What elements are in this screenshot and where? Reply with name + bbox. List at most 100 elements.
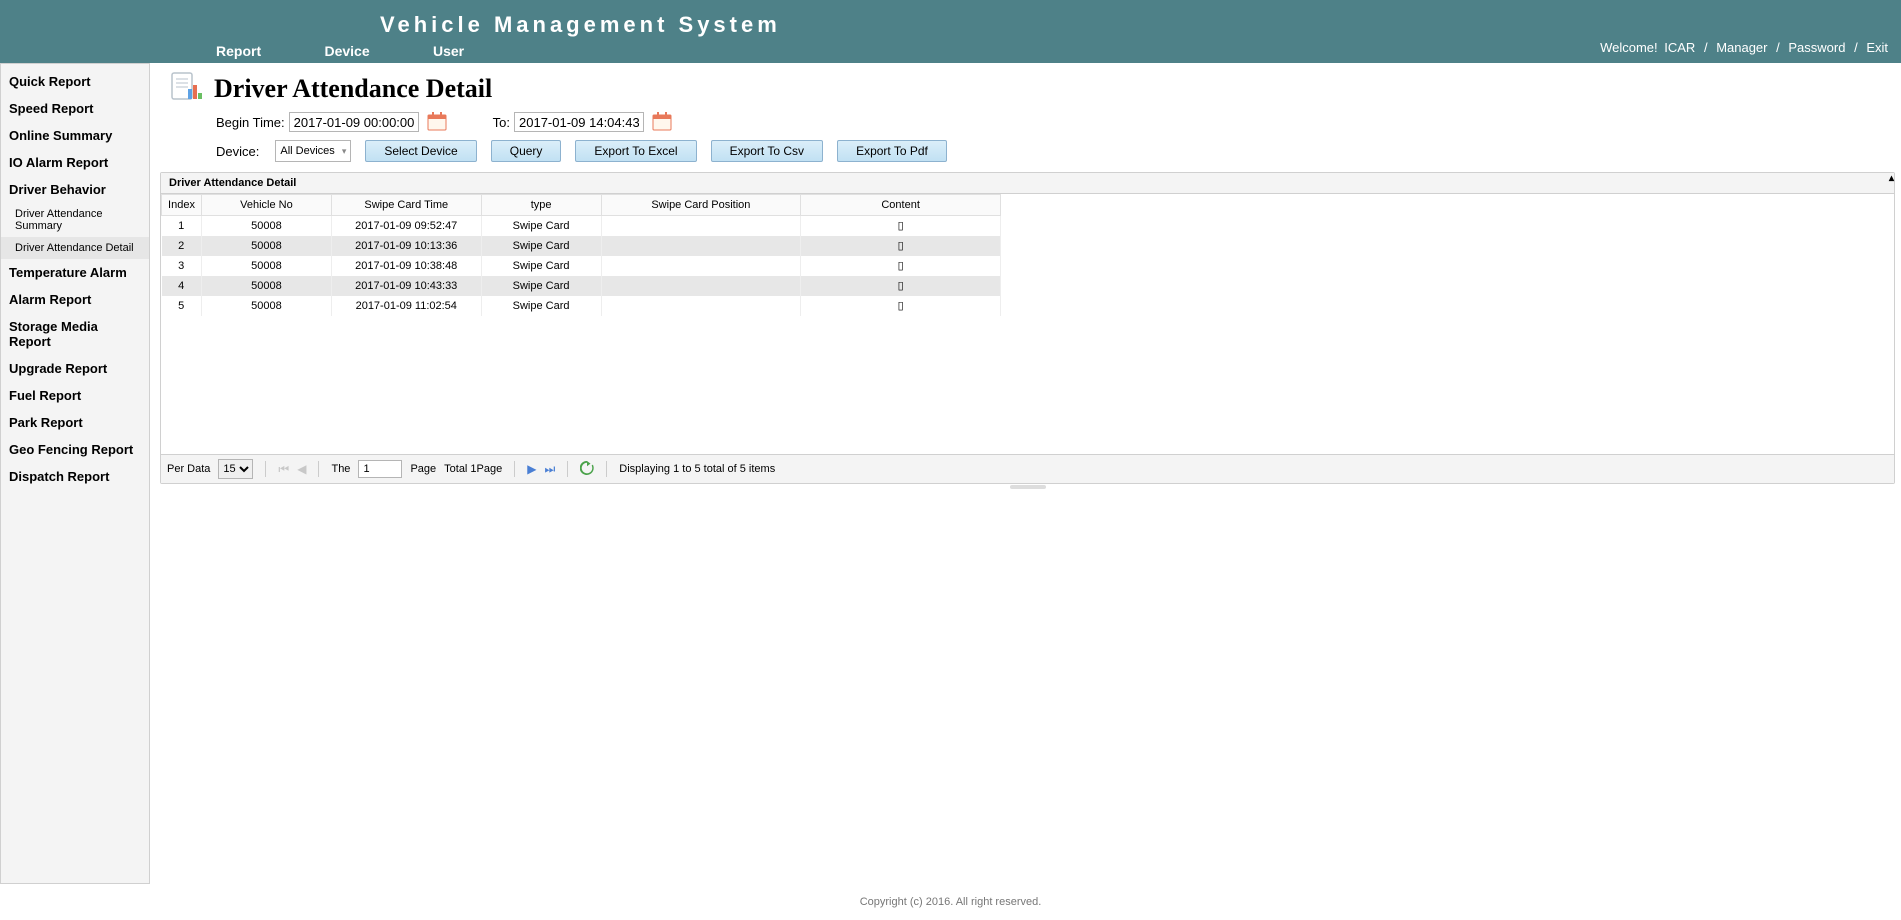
table-cell: 50008 xyxy=(201,296,331,316)
table-cell: 2017-01-09 10:43:33 xyxy=(331,276,481,296)
collapse-icon[interactable]: ▴ xyxy=(1889,173,1894,184)
sidebar-item[interactable]: IO Alarm Report xyxy=(1,149,149,176)
sidebar-subitem[interactable]: Driver Attendance Detail xyxy=(1,237,149,259)
table-cell xyxy=(601,296,801,316)
sidebar-item[interactable]: Park Report xyxy=(1,409,149,436)
user-link[interactable]: ICAR xyxy=(1664,40,1695,55)
calendar-icon[interactable] xyxy=(652,112,672,132)
table-row[interactable]: 1500082017-01-09 09:52:47Swipe Card▯ xyxy=(162,216,1001,236)
table-cell: 2017-01-09 10:13:36 xyxy=(331,236,481,256)
first-page-button[interactable]: ⏮ xyxy=(278,462,289,477)
select-device-button[interactable]: Select Device xyxy=(365,140,476,162)
page-heading: Driver Attendance Detail xyxy=(160,71,1895,106)
last-page-button[interactable]: ⏭ xyxy=(544,462,555,477)
exit-link[interactable]: Exit xyxy=(1866,40,1888,55)
sidebar-item[interactable]: Dispatch Report xyxy=(1,463,149,490)
table-row[interactable]: 4500082017-01-09 10:43:33Swipe Card▯ xyxy=(162,276,1001,296)
sidebar-item[interactable]: Driver Behavior xyxy=(1,176,149,203)
total-pages-label: Total 1Page xyxy=(444,463,502,475)
filter-actions: Device: All Devices ▾ Select Device Quer… xyxy=(216,140,1895,162)
device-select[interactable]: All Devices ▾ xyxy=(275,140,351,162)
chevron-down-icon: ▾ xyxy=(342,146,347,157)
table-cell xyxy=(601,236,801,256)
resize-handle[interactable] xyxy=(160,484,1895,490)
to-label: To: xyxy=(493,115,510,130)
top-menu: Report Device User xyxy=(216,43,524,59)
table-cell: ▯ xyxy=(801,216,1001,236)
table-cell: 1 xyxy=(162,216,202,236)
sidebar-item[interactable]: Upgrade Report xyxy=(1,355,149,382)
export-excel-button[interactable]: Export To Excel xyxy=(575,140,696,162)
begin-time-label: Begin Time: xyxy=(216,115,285,130)
per-data-select[interactable]: 15 xyxy=(218,459,253,479)
top-bar: Vehicle Management System Report Device … xyxy=(0,0,1901,63)
sidebar-item[interactable]: Temperature Alarm xyxy=(1,259,149,286)
table-cell: ▯ xyxy=(801,296,1001,316)
table-cell: Swipe Card xyxy=(481,276,601,296)
table-row[interactable]: 5500082017-01-09 11:02:54Swipe Card▯ xyxy=(162,296,1001,316)
displaying-label: Displaying 1 to 5 total of 5 items xyxy=(619,463,775,475)
sidebar-item[interactable]: Fuel Report xyxy=(1,382,149,409)
sidebar-item[interactable]: Quick Report xyxy=(1,68,149,95)
per-data-label: Per Data xyxy=(167,463,210,475)
grid-table: IndexVehicle NoSwipe Card TimetypeSwipe … xyxy=(161,194,1001,316)
welcome-label: Welcome! xyxy=(1600,40,1658,55)
sidebar-item[interactable]: Alarm Report xyxy=(1,286,149,313)
user-bar: Welcome! ICAR / Manager / Password / Exi… xyxy=(1600,40,1891,55)
table-cell: Swipe Card xyxy=(481,216,601,236)
column-header[interactable]: Swipe Card Position xyxy=(601,195,801,216)
table-cell: 2017-01-09 11:02:54 xyxy=(331,296,481,316)
table-cell: Swipe Card xyxy=(481,236,601,256)
sidebar-item[interactable]: Online Summary xyxy=(1,122,149,149)
table-cell: 50008 xyxy=(201,216,331,236)
table-cell: 5 xyxy=(162,296,202,316)
table-cell: Swipe Card xyxy=(481,256,601,276)
page-label: Page xyxy=(410,463,436,475)
table-cell: 2017-01-09 10:38:48 xyxy=(331,256,481,276)
sidebar-item[interactable]: Geo Fencing Report xyxy=(1,436,149,463)
column-header[interactable]: Vehicle No xyxy=(201,195,331,216)
filter-dates: Begin Time: To: xyxy=(216,112,1895,132)
pager: Per Data 15 ⏮ ◀ The Page Total 1Page ▶ ⏭ xyxy=(161,454,1894,483)
content: Driver Attendance Detail Begin Time: To:… xyxy=(150,63,1901,884)
table-cell xyxy=(601,276,801,296)
table-cell: 2 xyxy=(162,236,202,256)
table-cell xyxy=(601,256,801,276)
sidebar-item[interactable]: Storage Media Report xyxy=(1,313,149,355)
grid-panel: Driver Attendance Detail ▴ IndexVehicle … xyxy=(160,172,1895,484)
table-cell: 50008 xyxy=(201,236,331,256)
to-time-input[interactable] xyxy=(514,112,644,132)
password-link[interactable]: Password xyxy=(1788,40,1845,55)
table-cell: 50008 xyxy=(201,276,331,296)
calendar-icon[interactable] xyxy=(427,112,447,132)
column-header[interactable]: Content xyxy=(801,195,1001,216)
menu-user[interactable]: User xyxy=(433,43,464,59)
column-header[interactable]: Index xyxy=(162,195,202,216)
table-cell: ▯ xyxy=(801,236,1001,256)
column-header[interactable]: Swipe Card Time xyxy=(331,195,481,216)
footer: Copyright (c) 2016. All right reserved. xyxy=(0,884,1901,920)
refresh-icon[interactable] xyxy=(580,461,594,478)
table-row[interactable]: 3500082017-01-09 10:38:48Swipe Card▯ xyxy=(162,256,1001,276)
table-cell: ▯ xyxy=(801,256,1001,276)
query-button[interactable]: Query xyxy=(491,140,562,162)
table-row[interactable]: 2500082017-01-09 10:13:36Swipe Card ▯ xyxy=(162,236,1001,256)
export-csv-button[interactable]: Export To Csv xyxy=(711,140,823,162)
app-title: Vehicle Management System xyxy=(380,12,781,38)
sidebar-item[interactable]: Speed Report xyxy=(1,95,149,122)
menu-report[interactable]: Report xyxy=(216,43,261,59)
main-area: Quick ReportSpeed ReportOnline SummaryIO… xyxy=(0,63,1901,884)
menu-device[interactable]: Device xyxy=(324,43,369,59)
page-number-input[interactable] xyxy=(358,460,402,478)
prev-page-button[interactable]: ◀ xyxy=(297,462,306,476)
next-page-button[interactable]: ▶ xyxy=(527,462,536,476)
report-icon xyxy=(160,71,214,106)
sidebar-subitem[interactable]: Driver Attendance Summary xyxy=(1,203,149,237)
grid-body: IndexVehicle NoSwipe Card TimetypeSwipe … xyxy=(161,194,1894,454)
export-pdf-button[interactable]: Export To Pdf xyxy=(837,140,947,162)
begin-time-input[interactable] xyxy=(289,112,419,132)
column-header[interactable]: type xyxy=(481,195,601,216)
manager-link[interactable]: Manager xyxy=(1716,40,1767,55)
device-label: Device: xyxy=(216,144,259,159)
the-label: The xyxy=(331,463,350,475)
